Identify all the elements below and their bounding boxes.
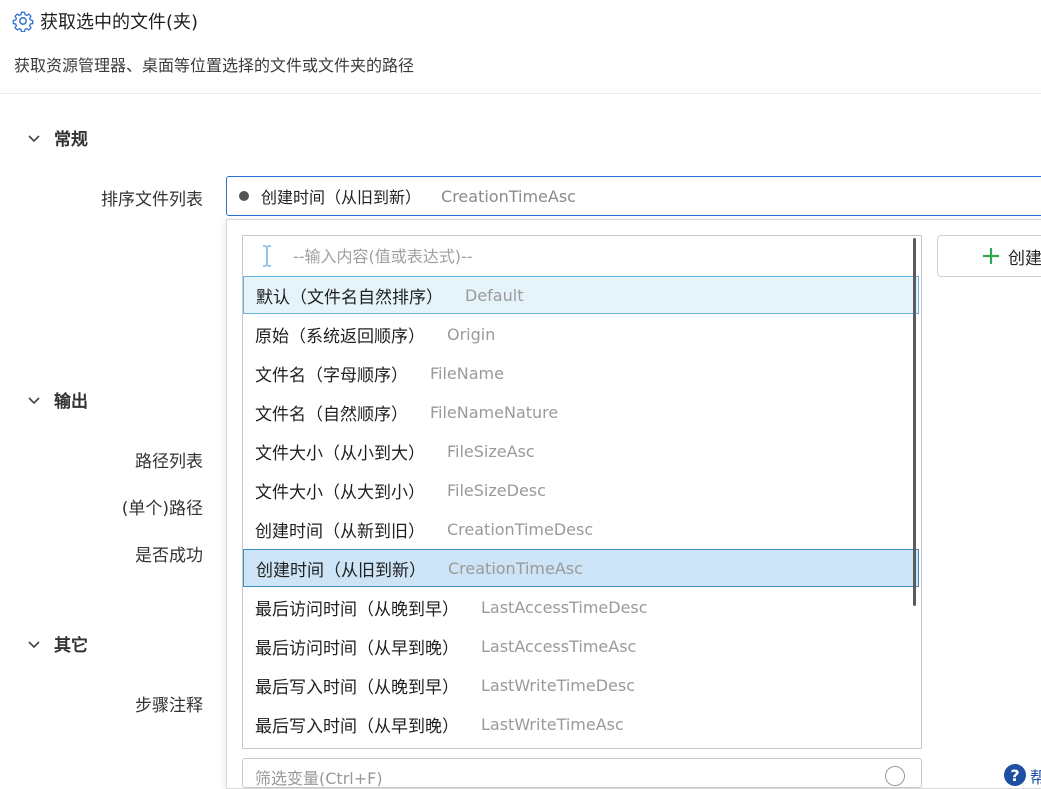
option-value: Default	[465, 285, 524, 305]
section-other[interactable]: 其它	[26, 631, 88, 656]
option-value: FileNameNature	[430, 402, 559, 422]
dropdown-option[interactable]: 文件大小（从大到小） FileSizeDesc	[243, 471, 919, 509]
dropdown-option[interactable]: 创建时间（从旧到新） CreationTimeAsc	[243, 549, 919, 587]
section-general[interactable]: 常规	[26, 125, 88, 150]
field-label-step-note: 步骤注释	[135, 696, 203, 716]
dropdown-option[interactable]: 默认（文件名自然排序） Default	[243, 276, 919, 314]
field-label-success: 是否成功	[135, 546, 203, 566]
dropdown-option[interactable]: 文件名（字母顺序） FileName	[243, 354, 919, 392]
dropdown-option[interactable]: 创建时间（从新到旧） CreationTimeDesc	[243, 510, 919, 548]
help-icon[interactable]: ?	[1004, 764, 1026, 786]
option-label: 文件名（字母顺序）	[255, 365, 408, 386]
option-label: 最后写入时间（从晚到早）	[255, 677, 459, 698]
option-label: 默认（文件名自然排序）	[256, 287, 443, 308]
combo-selected-value: CreationTimeAsc	[441, 186, 576, 206]
dropdown-search-input[interactable]	[291, 245, 895, 267]
gear-icon	[12, 11, 34, 32]
option-label: 最后访问时间（从晚到早）	[255, 599, 459, 620]
option-value: LastWriteTimeDesc	[481, 675, 636, 695]
field-label-path-list: 路径列表	[135, 452, 203, 472]
combo-selected-label: 创建时间（从旧到新）	[261, 188, 422, 207]
dropdown-option[interactable]: 最后写入时间（从早到晚） LastWriteTimeAsc	[243, 705, 919, 743]
option-label: 创建时间（从新到旧）	[255, 521, 425, 542]
chevron-down-icon	[28, 134, 40, 142]
option-label: 创建时间（从旧到新）	[256, 560, 426, 581]
section-output[interactable]: 输出	[26, 387, 88, 412]
header-divider	[0, 93, 1041, 94]
chevron-down-icon	[28, 396, 40, 404]
section-general-label: 常规	[54, 130, 88, 150]
text-cursor-icon	[263, 245, 271, 267]
dropdown-option[interactable]: 最后访问时间（从晚到早） LastAccessTimeDesc	[243, 588, 919, 626]
dropdown-option[interactable]: 最后写入时间（从晚到早） LastWriteTimeDesc	[243, 666, 919, 704]
field-label-sort-list: 排序文件列表	[101, 190, 203, 210]
option-label: 最后访问时间（从早到晚）	[255, 638, 459, 659]
listbox-scrollbar[interactable]	[913, 238, 916, 606]
create-button-label: 创建	[1008, 248, 1041, 269]
panel-header: 获取选中的文件(夹)	[12, 8, 198, 34]
chevron-down-icon	[28, 640, 40, 648]
option-value: FileSizeDesc	[447, 480, 546, 500]
radio-icon[interactable]	[885, 766, 905, 786]
option-value: FileName	[430, 363, 504, 383]
option-label: 原始（系统返回顺序）	[255, 326, 425, 347]
dropdown-option[interactable]: 文件大小（从小到大） FileSizeAsc	[243, 432, 919, 470]
page-description: 获取资源管理器、桌面等位置选择的文件或文件夹的路径	[14, 56, 415, 75]
option-label: 文件名（自然顺序）	[255, 404, 408, 425]
dropdown-option[interactable]: 原始（系统返回顺序） Origin	[243, 315, 919, 353]
option-label: 最后写入时间（从早到晚）	[255, 716, 459, 737]
help-label[interactable]: 帮	[1030, 764, 1041, 788]
option-label: 文件大小（从小到大）	[255, 443, 425, 464]
option-label: 文件大小（从大到小）	[255, 482, 425, 503]
page-title: 获取选中的文件(夹)	[40, 12, 199, 33]
variable-filter-input[interactable]: 筛选变量(Ctrl+F)	[242, 758, 922, 788]
dropdown-option[interactable]: 文件名（自然顺序） FileNameNature	[243, 393, 919, 431]
option-value: FileSizeAsc	[447, 441, 535, 461]
option-value: CreationTimeDesc	[447, 519, 594, 539]
section-output-label: 输出	[54, 392, 88, 412]
plus-icon	[983, 248, 999, 264]
section-other-label: 其它	[54, 636, 88, 656]
dropdown-option[interactable]: 最后访问时间（从早到晚） LastAccessTimeAsc	[243, 627, 919, 665]
sort-order-combobox[interactable]: 创建时间（从旧到新） CreationTimeAsc	[226, 176, 1041, 216]
option-value: LastWriteTimeAsc	[481, 714, 624, 734]
create-button[interactable]: 创建	[937, 235, 1041, 277]
dropdown-search-row[interactable]	[243, 236, 916, 276]
field-label-single-path: (单个)路径	[121, 499, 203, 519]
bullet-icon	[239, 191, 249, 201]
option-value: Origin	[447, 324, 496, 344]
option-value: CreationTimeAsc	[448, 558, 583, 578]
option-value: LastAccessTimeAsc	[481, 636, 637, 656]
option-value: LastAccessTimeDesc	[481, 597, 648, 617]
